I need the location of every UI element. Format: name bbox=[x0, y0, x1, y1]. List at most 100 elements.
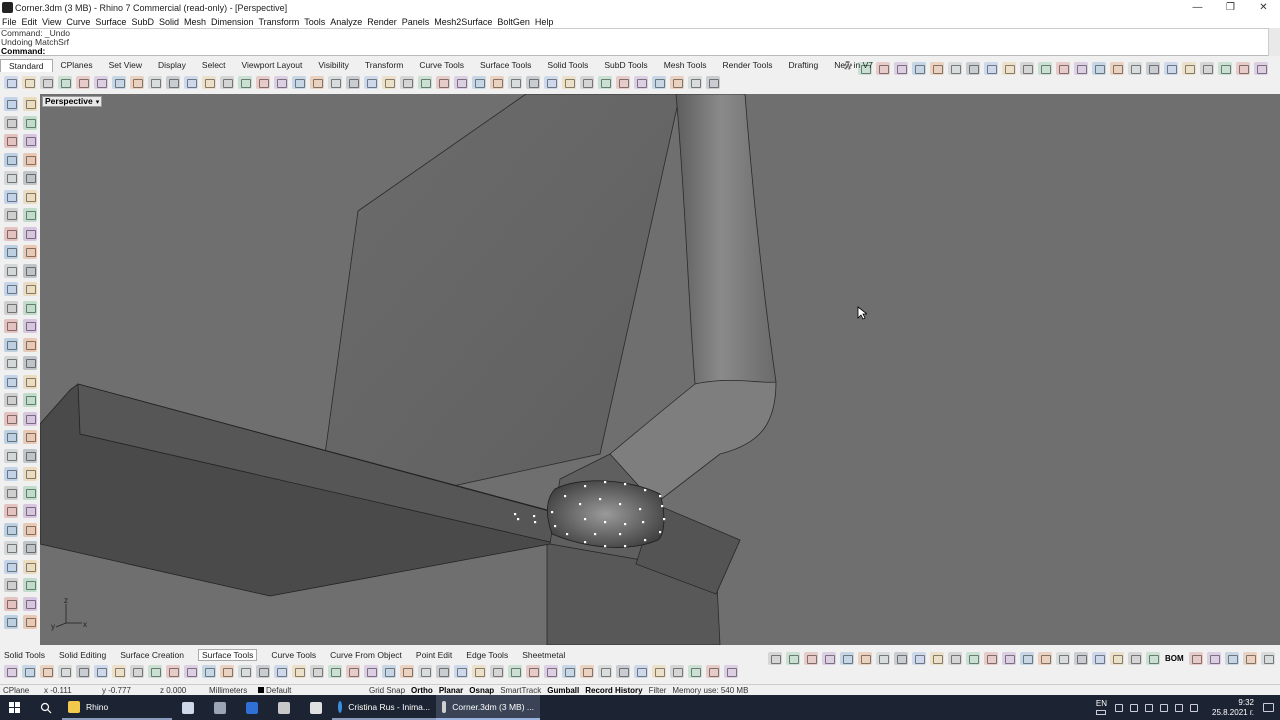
taskbar-app-3[interactable] bbox=[236, 695, 268, 720]
menu-view[interactable]: View bbox=[42, 17, 61, 27]
sidebar-tool-icon[interactable] bbox=[4, 115, 18, 130]
menu-surface[interactable]: Surface bbox=[95, 17, 126, 27]
bottom-tab-solid-tools[interactable]: Solid Tools bbox=[4, 650, 45, 660]
sidebar-tool-icon[interactable] bbox=[23, 411, 37, 426]
control-point[interactable] bbox=[551, 511, 554, 514]
osnap-toggle[interactable]: Osnap bbox=[469, 686, 494, 695]
menu-subd[interactable]: SubD bbox=[131, 17, 154, 27]
tool-icon[interactable] bbox=[1182, 61, 1196, 75]
tool-icon[interactable] bbox=[1056, 61, 1070, 75]
sidebar-tool-icon[interactable] bbox=[4, 522, 18, 537]
sidebar-tool-icon[interactable] bbox=[23, 504, 37, 518]
tool-icon[interactable] bbox=[58, 75, 72, 89]
tool-icon[interactable] bbox=[76, 75, 90, 89]
sidebar-tool-icon[interactable] bbox=[23, 467, 37, 481]
bottom-tab-surface-tools[interactable]: Surface Tools bbox=[198, 649, 258, 661]
sidebar-tool-icon[interactable] bbox=[23, 208, 37, 222]
tool-icon[interactable] bbox=[58, 664, 72, 678]
control-point[interactable] bbox=[533, 515, 536, 518]
sidebar-tool-icon[interactable] bbox=[23, 226, 37, 241]
sidebar-tool-icon[interactable] bbox=[23, 393, 37, 407]
tool-icon[interactable] bbox=[580, 75, 594, 89]
sidebar-tool-icon[interactable] bbox=[4, 356, 18, 370]
control-point[interactable] bbox=[619, 503, 622, 506]
tool-icon[interactable] bbox=[184, 664, 198, 678]
sidebar-tool-icon[interactable] bbox=[4, 319, 18, 333]
status-units[interactable]: Millimeters bbox=[209, 686, 247, 695]
tool-icon[interactable] bbox=[876, 61, 890, 75]
menu-edit[interactable]: Edit bbox=[22, 17, 38, 27]
tool-icon[interactable] bbox=[400, 75, 414, 89]
tool-icon[interactable] bbox=[94, 75, 108, 89]
menu-help[interactable]: Help bbox=[535, 17, 554, 27]
tool-icon[interactable] bbox=[562, 664, 576, 678]
control-point[interactable] bbox=[604, 545, 607, 548]
cloud-icon[interactable] bbox=[1130, 703, 1139, 712]
tool-icon[interactable] bbox=[400, 664, 414, 678]
tool-icon[interactable] bbox=[1218, 61, 1232, 75]
record-history-toggle[interactable]: Record History bbox=[585, 686, 642, 695]
bottom-tab-surface-creation[interactable]: Surface Creation bbox=[120, 650, 184, 660]
taskbar-app-2[interactable] bbox=[204, 695, 236, 720]
sidebar-tool-icon[interactable] bbox=[23, 356, 37, 370]
tool-icon[interactable] bbox=[1146, 61, 1160, 75]
tab-mesh-tools[interactable]: Mesh Tools bbox=[656, 59, 715, 72]
tool-icon[interactable] bbox=[1188, 651, 1203, 665]
tool-icon[interactable] bbox=[4, 664, 18, 678]
tab-cplanes[interactable]: CPlanes bbox=[53, 59, 101, 72]
sidebar-tool-icon[interactable] bbox=[23, 559, 37, 574]
menu-tools[interactable]: Tools bbox=[304, 17, 325, 27]
tool-icon[interactable] bbox=[184, 75, 198, 89]
tool-icon[interactable] bbox=[436, 75, 450, 89]
tool-icon[interactable] bbox=[490, 75, 504, 89]
tool-icon[interactable] bbox=[130, 664, 144, 678]
control-point[interactable] bbox=[554, 525, 557, 528]
sidebar-tool-icon[interactable] bbox=[4, 596, 18, 611]
sidebar-tool-icon[interactable] bbox=[23, 171, 37, 185]
command-prompt[interactable]: Command: bbox=[1, 47, 1268, 56]
blend-patch-surface[interactable] bbox=[547, 480, 665, 548]
tab-transform[interactable]: Transform bbox=[357, 59, 411, 72]
tool-icon[interactable] bbox=[94, 664, 108, 678]
tool-icon[interactable] bbox=[1002, 651, 1016, 665]
sidebar-tool-icon[interactable] bbox=[4, 189, 18, 204]
tool-icon[interactable] bbox=[1110, 651, 1124, 665]
bom-button[interactable]: BOM bbox=[1165, 654, 1184, 663]
tool-icon[interactable] bbox=[76, 664, 90, 678]
control-point[interactable] bbox=[584, 541, 587, 544]
tool-icon[interactable] bbox=[1038, 61, 1052, 75]
tool-icon[interactable] bbox=[364, 664, 378, 678]
sidebar-tool-icon[interactable] bbox=[4, 559, 18, 574]
tool-icon[interactable] bbox=[220, 664, 234, 678]
tool-icon[interactable] bbox=[1260, 651, 1275, 665]
menu-render[interactable]: Render bbox=[367, 17, 397, 27]
taskbar-item-rhino-doc[interactable]: Corner.3dm (3 MB) ... bbox=[436, 695, 540, 720]
tool-icon[interactable] bbox=[912, 651, 926, 665]
sidebar-tool-icon[interactable] bbox=[4, 300, 18, 315]
tool-icon[interactable] bbox=[1092, 61, 1106, 75]
battery-icon[interactable] bbox=[1175, 703, 1184, 712]
menu-boltgen[interactable]: BoltGen bbox=[497, 17, 530, 27]
tool-icon[interactable] bbox=[1128, 61, 1142, 75]
tool-icon[interactable] bbox=[688, 664, 702, 678]
tab-viewport-layout[interactable]: Viewport Layout bbox=[234, 59, 311, 72]
tool-icon[interactable] bbox=[238, 75, 252, 89]
tool-icon[interactable] bbox=[562, 75, 576, 89]
smarttrack-toggle[interactable]: SmartTrack bbox=[500, 686, 541, 695]
input-language[interactable]: EN bbox=[1096, 699, 1107, 717]
menu-dimension[interactable]: Dimension bbox=[211, 17, 254, 27]
control-point[interactable] bbox=[564, 495, 567, 498]
tool-icon[interactable] bbox=[418, 664, 432, 678]
grid-snap-toggle[interactable]: Grid Snap bbox=[369, 686, 405, 695]
tool-icon[interactable] bbox=[1074, 61, 1088, 75]
minimize-button[interactable]: — bbox=[1181, 0, 1214, 15]
tool-icon[interactable] bbox=[22, 75, 36, 89]
tool-icon[interactable] bbox=[544, 75, 558, 89]
sidebar-tool-icon[interactable] bbox=[4, 411, 18, 426]
clock[interactable]: 9:32 25.8.2021 г. bbox=[1212, 698, 1254, 718]
close-button[interactable]: ✕ bbox=[1247, 0, 1280, 15]
bottom-tab-curve-from-object[interactable]: Curve From Object bbox=[330, 650, 402, 660]
tool-icon[interactable] bbox=[1206, 651, 1221, 665]
bottom-tab-sheetmetal[interactable]: Sheetmetal bbox=[522, 650, 565, 660]
tab-curve-tools[interactable]: Curve Tools bbox=[411, 59, 472, 72]
